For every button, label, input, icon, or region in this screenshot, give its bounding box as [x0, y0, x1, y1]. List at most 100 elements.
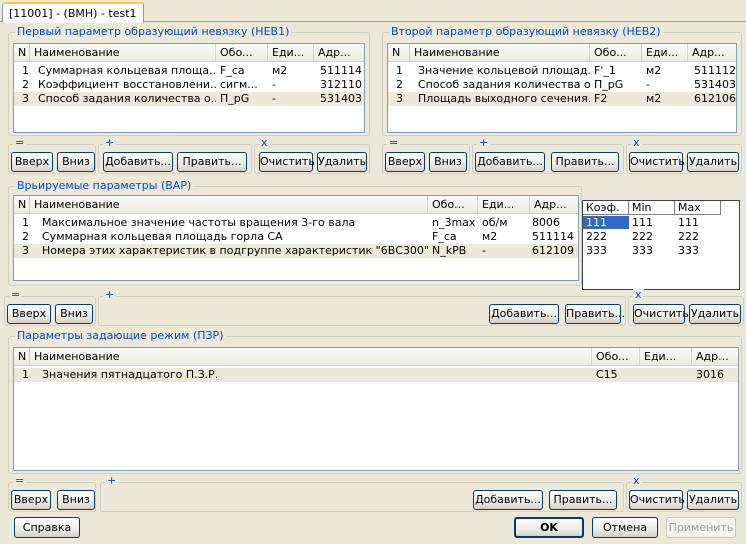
neb2-title: Второй параметр образующий невязку (НЕВ2… [389, 25, 663, 38]
var-list[interactable]: N Наименование Обо... Еди... Адр... 1 Ма… [13, 195, 579, 281]
cell-address: 612109 [532, 244, 574, 257]
neb1-clear-strip: x Очистить Удалить [254, 137, 370, 174]
neb1-up-button[interactable]: Вверх [11, 152, 53, 172]
pzr-up-button[interactable]: Вверх [11, 490, 51, 510]
col-symbol[interactable]: Обо... [592, 348, 640, 366]
var-move-strip: = Вверх Вниз [4, 289, 96, 326]
neb2-add-strip: + Добавить... Править... [472, 137, 624, 174]
cell-name: Площадь выходного сечения... [418, 92, 590, 105]
neb1-down-button[interactable]: Вниз [57, 152, 95, 172]
neb2-clear-button[interactable]: Очистить [629, 152, 685, 172]
coef-cell[interactable]: 333 [675, 244, 721, 257]
col-unit[interactable]: Еди... [268, 44, 314, 62]
table-row[interactable]: 1 Максимальное значение частоты вращения… [14, 216, 578, 230]
neb1-list[interactable]: N Наименование Обо... Еди... Адр... 1 Су… [13, 43, 365, 133]
table-row-selected[interactable]: 3 Номера этих характеристик в подгруппе … [14, 244, 578, 258]
cell-name: Значения пятнадцатого П.З.Р. [42, 368, 219, 381]
neb1-delete-button[interactable]: Удалить [317, 152, 367, 172]
cell-name: Суммарная кольцевая площадь горла СА [42, 230, 283, 243]
coef-cell[interactable]: 222 [675, 230, 721, 243]
col-n[interactable]: N [14, 44, 30, 62]
neb1-title: Первый параметр образующий невязку (НЕВ1… [15, 25, 292, 38]
col-name[interactable]: Наименование [30, 196, 428, 214]
pzr-clear-strip: x Очистить Удалить [626, 475, 742, 512]
neb2-up-button[interactable]: Вверх [385, 152, 425, 172]
apply-button[interactable]: Применить [666, 517, 736, 538]
neb1-add-button[interactable]: Добавить... [103, 152, 173, 172]
neb2-delete-button[interactable]: Удалить [687, 152, 739, 172]
pzr-delete-button[interactable]: Удалить [687, 490, 739, 510]
neb1-clear-button[interactable]: Очистить [259, 152, 315, 172]
coef-cell[interactable]: 111 [629, 216, 675, 229]
table-row[interactable]: 2 Способ задания количества о... П_pG - … [388, 78, 736, 92]
table-row-selected[interactable]: 3 Площадь выходного сечения... F2 м2 612… [388, 92, 736, 106]
neb2-add-button[interactable]: Добавить... [475, 152, 545, 172]
coef-cell[interactable]: 333 [583, 244, 629, 257]
neb2-move-strip: = Вверх Вниз [382, 137, 470, 174]
cell-name: Значение кольцевой площад... [418, 64, 590, 77]
neb2-header: N Наименование Обо... Еди... Адр... [388, 44, 736, 62]
ok-button[interactable]: OK [514, 517, 584, 538]
tab-document[interactable]: [11001] - (ВМН) - test1 [2, 2, 144, 23]
coef-cell-selected[interactable]: 111 [583, 216, 629, 229]
cell-name: Способ задания количества о... [418, 78, 590, 91]
neb2-down-button[interactable]: Вниз [429, 152, 467, 172]
col-name[interactable]: Наименование [410, 44, 590, 62]
pzr-down-button[interactable]: Вниз [57, 490, 95, 510]
coef-cell[interactable]: 111 [675, 216, 721, 229]
col-address[interactable]: Адр... [688, 44, 736, 62]
cell-unit: - [646, 78, 650, 91]
table-row-selected[interactable]: 3 Способ задания количества о... П_pG - … [14, 92, 364, 106]
col-address[interactable]: Адр... [314, 44, 364, 62]
col-n[interactable]: N [14, 348, 30, 366]
coef-cell[interactable]: 222 [629, 230, 675, 243]
col-name[interactable]: Наименование [30, 348, 592, 366]
coef-cell[interactable]: 222 [583, 230, 629, 243]
cell-symbol: n_3max [432, 216, 476, 229]
var-edit-button[interactable]: Править... [565, 304, 625, 324]
cancel-button[interactable]: Отмена [592, 517, 658, 538]
var-down-button[interactable]: Вниз [55, 304, 93, 324]
table-row[interactable]: 2 Коэффициент восстановлени... сигм... -… [14, 78, 364, 92]
pzr-group: Параметры задающие режим (ПЗР) N Наимено… [8, 329, 742, 474]
coef-table[interactable]: Коэф. Min Max 111 111 111 222 222 222 33… [582, 200, 740, 290]
var-clear-button[interactable]: Очистить [633, 304, 689, 324]
var-add-strip: + Добавить... Править... [98, 289, 626, 326]
var-up-button[interactable]: Вверх [7, 304, 51, 324]
col-unit[interactable]: Еди... [478, 196, 530, 214]
var-add-button[interactable]: Добавить... [489, 304, 559, 324]
col-symbol[interactable]: Обо... [216, 44, 268, 62]
cell-name: Номера этих характеристик в подгруппе ха… [42, 244, 428, 257]
cell-unit: м2 [646, 92, 662, 105]
col-name[interactable]: Наименование [30, 44, 216, 62]
pzr-move-strip: = Вверх Вниз [8, 475, 96, 512]
cell-address: 8006 [532, 216, 560, 229]
pzr-clear-button[interactable]: Очистить [629, 490, 685, 510]
col-symbol[interactable]: Обо... [590, 44, 642, 62]
cell-address: 612106 [694, 92, 736, 105]
var-delete-button[interactable]: Удалить [689, 304, 741, 324]
neb2-list[interactable]: N Наименование Обо... Еди... Адр... 1 Зн… [387, 43, 737, 133]
cell-symbol: F_ca [220, 64, 245, 77]
pzr-edit-button[interactable]: Править... [549, 490, 617, 510]
table-row-selected[interactable]: 1 Значения пятнадцатого П.З.Р. C15 3016 [14, 368, 738, 382]
table-row[interactable]: 1 Значение кольцевой площад... F'_1 м2 5… [388, 64, 736, 78]
neb2-edit-button[interactable]: Править... [551, 152, 619, 172]
clear-symbol: x [631, 136, 642, 149]
pzr-list[interactable]: N Наименование Обо... Еди... Адр... 1 Зн… [13, 347, 739, 471]
col-n[interactable]: N [14, 196, 30, 214]
table-row[interactable]: 2 Суммарная кольцевая площадь горла СА F… [14, 230, 578, 244]
neb1-edit-button[interactable]: Править... [177, 152, 247, 172]
help-button[interactable]: Справка [14, 517, 80, 538]
coef-cell[interactable]: 333 [629, 244, 675, 257]
pzr-add-strip: + Добавить... Править... [100, 475, 624, 512]
cell-address: 511114 [320, 64, 362, 77]
col-unit[interactable]: Еди... [640, 348, 692, 366]
pzr-add-button[interactable]: Добавить... [473, 490, 543, 510]
col-symbol[interactable]: Обо... [428, 196, 478, 214]
col-unit[interactable]: Еди... [642, 44, 688, 62]
col-address[interactable]: Адр... [530, 196, 578, 214]
col-n[interactable]: N [388, 44, 410, 62]
table-row[interactable]: 1 Суммарная кольцевая площа... F_ca м2 5… [14, 64, 364, 78]
col-address[interactable]: Адр... [692, 348, 738, 366]
